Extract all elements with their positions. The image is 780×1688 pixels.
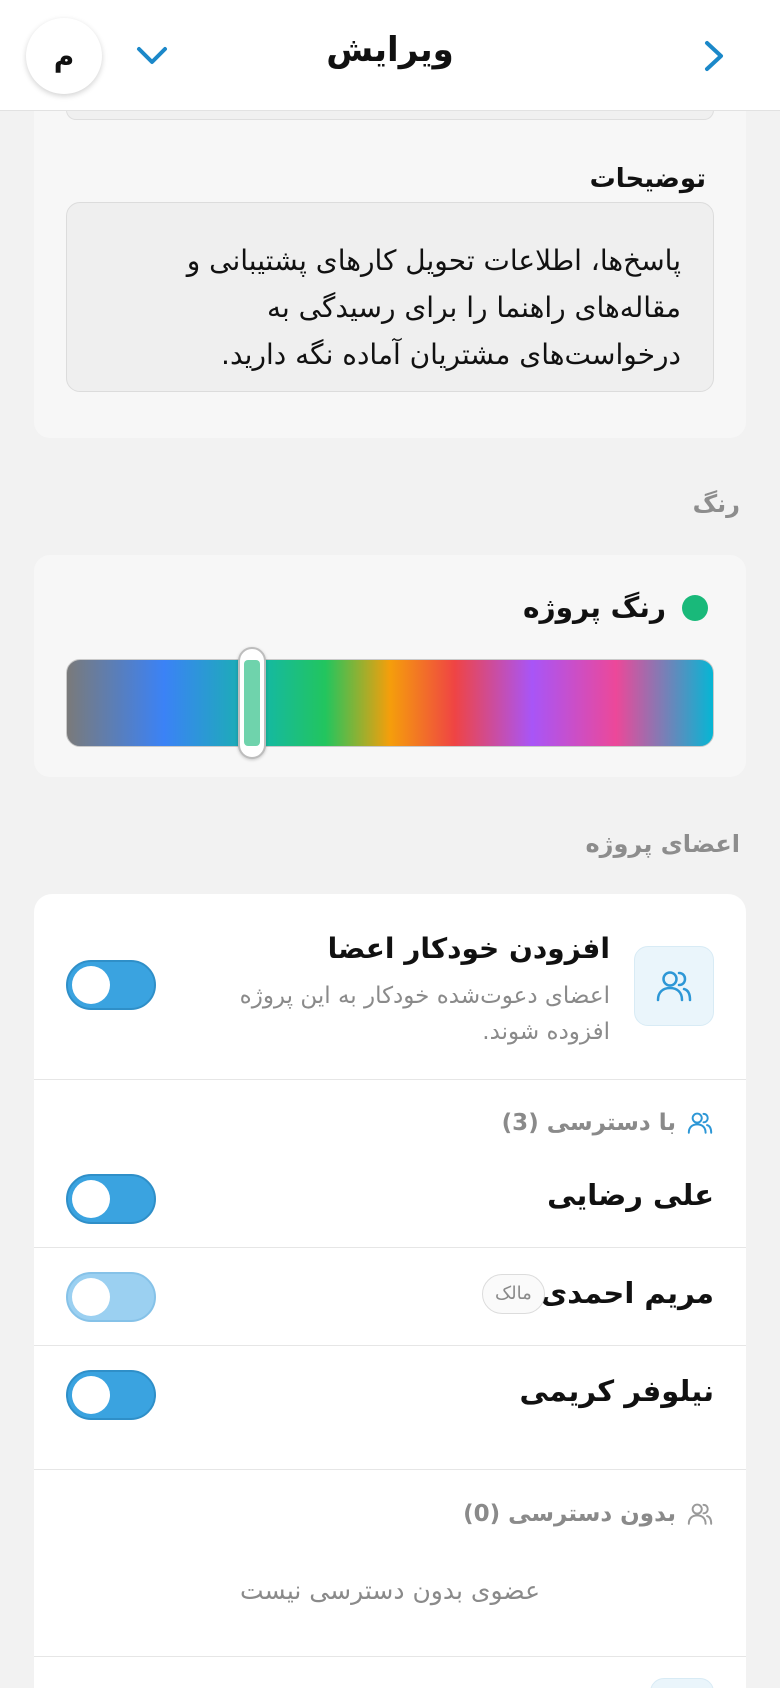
member-name: مریم احمدی: [540, 1276, 714, 1310]
page-title: ویرایش: [326, 30, 454, 70]
without-access-label: بدون دسترسی (0): [463, 1501, 676, 1527]
description-textarea[interactable]: پاسخ‌ها، اطلاعات تحویل کارهای پشتیبانی و…: [66, 202, 714, 392]
auto-add-row: افزودن خودکار اعضا اعضای دعوت‌شده خودکار…: [34, 894, 746, 1080]
section-divider: [34, 1656, 746, 1657]
chevron-down-icon: [137, 47, 167, 64]
color-slider-thumb[interactable]: [238, 647, 266, 759]
users-icon: [687, 1112, 713, 1134]
member-row: نیلوفر کریمی: [34, 1346, 746, 1444]
users-icon: [656, 971, 692, 1002]
member-name: علی رضایی: [547, 1178, 714, 1212]
owner-badge: مالک: [482, 1274, 545, 1314]
without-access-header: بدون دسترسی (0): [463, 1499, 714, 1529]
auto-add-toggle[interactable]: [66, 960, 156, 1010]
users-icon: [687, 1503, 713, 1525]
members-card: افزودن خودکار اعضا اعضای دعوت‌شده خودکار…: [34, 894, 746, 1688]
project-color-title: رنگ پروژه: [522, 591, 666, 624]
group-divider: [34, 1469, 746, 1470]
color-gradient-slider[interactable]: [66, 659, 714, 747]
member-access-toggle[interactable]: [66, 1370, 156, 1420]
dropdown-button[interactable]: [130, 36, 174, 76]
member-row: مریم احمدی مالک: [34, 1248, 746, 1346]
toggle-knob: [72, 966, 110, 1004]
member-name: نیلوفر کریمی: [519, 1374, 714, 1408]
color-card: رنگ پروژه: [34, 555, 746, 777]
members-section-label: اعضای پروژه: [585, 830, 740, 858]
avatar[interactable]: م: [26, 18, 102, 94]
toggle-knob: [72, 1278, 110, 1316]
auto-add-description: اعضای دعوت‌شده خودکار به این پروژه افزود…: [239, 983, 610, 1045]
member-access-toggle[interactable]: [66, 1174, 156, 1224]
color-section-label: رنگ: [692, 490, 740, 518]
member-row: علی رضایی: [34, 1150, 746, 1248]
auto-add-icon-box: [634, 946, 714, 1026]
selected-color-dot: [682, 595, 708, 621]
with-access-header: با دسترسی (3): [502, 1108, 714, 1138]
member-access-toggle[interactable]: [66, 1272, 156, 1322]
auto-add-title: افزودن خودکار اعضا: [327, 932, 610, 965]
empty-state-text: عضوی بدون دسترسی نیست: [240, 1576, 540, 1605]
top-bar: ویرایش م: [0, 0, 780, 111]
with-access-label: با دسترسی (3): [501, 1110, 676, 1136]
toggle-knob: [72, 1180, 110, 1218]
toggle-knob: [72, 1376, 110, 1414]
description-card: توضیحات پاسخ‌ها، اطلاعات تحویل کارهای پش…: [34, 90, 746, 438]
description-label: توضیحات: [589, 164, 706, 194]
next-row-icon-stub: [650, 1678, 714, 1688]
slider-thumb-fill: [244, 660, 260, 746]
